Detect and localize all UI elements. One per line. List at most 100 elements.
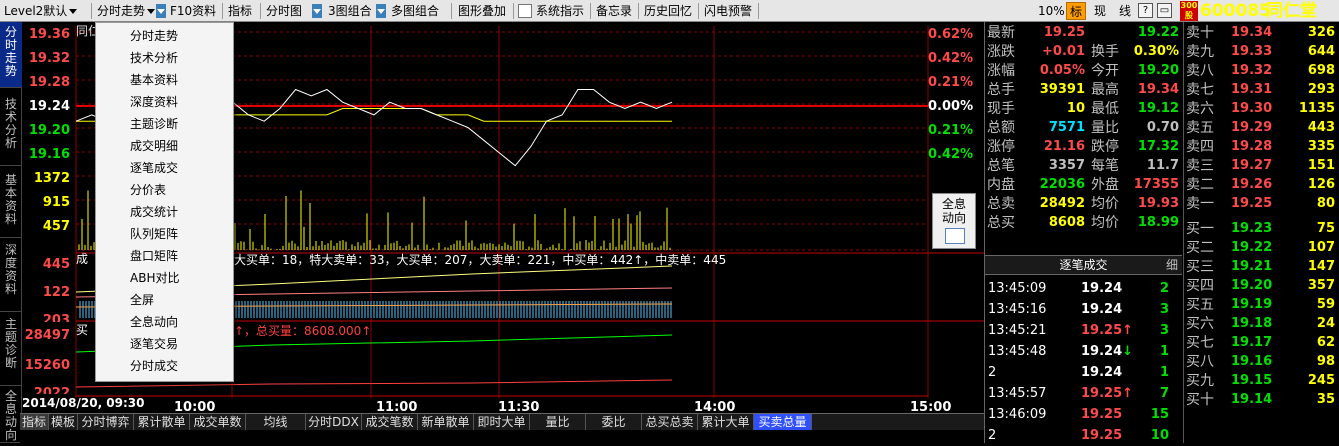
indicator-tab[interactable]: 分时博弈 xyxy=(78,414,134,430)
panel3-title: 买 xyxy=(76,323,89,337)
context-menu-item[interactable]: 深度资料 xyxy=(96,91,233,113)
indicator-tab[interactable]: 分时DDX xyxy=(306,414,362,430)
date-label: 2014/08/20, 09:30 xyxy=(22,396,145,410)
indicator-tab[interactable]: 委比 xyxy=(586,414,642,430)
context-menu-item[interactable]: 全息动向 xyxy=(96,311,233,333)
context-menu-item[interactable]: 成交统计 xyxy=(96,201,233,223)
quote-key: 总买 xyxy=(987,215,1015,231)
bid-row[interactable]: 买一 19.23 75 xyxy=(1185,219,1339,239)
pct-label: 0.42% xyxy=(928,51,974,66)
ask-row[interactable]: 卖一 19.25 80 xyxy=(1185,194,1339,214)
ask-row[interactable]: 卖九 19.33 644 xyxy=(1185,42,1339,62)
ask-row[interactable]: 卖七 19.31 293 xyxy=(1185,80,1339,100)
bid-row[interactable]: 买十 19.14 35 xyxy=(1185,390,1339,410)
ask-row[interactable]: 卖八 19.32 698 xyxy=(1185,61,1339,81)
indicator-tab[interactable]: 新单散单 xyxy=(418,414,474,430)
full-info-trend-button[interactable]: 全息动向 xyxy=(932,193,976,249)
context-menu-item[interactable]: 主题诊断 xyxy=(96,113,233,135)
f10-button[interactable]: F10资料 xyxy=(170,0,216,22)
context-menu-item[interactable]: 逐笔成交 xyxy=(96,157,233,179)
flash-alert-button[interactable]: 闪电预警 xyxy=(704,0,752,22)
dropdown-arrow-icon[interactable] xyxy=(156,4,166,18)
trades-detail-button[interactable]: 细 xyxy=(1166,256,1178,274)
side-tab-basic-info[interactable]: 基本资料 xyxy=(0,166,22,238)
ask-row[interactable]: 卖三 19.27 151 xyxy=(1185,156,1339,176)
bid-row[interactable]: 买八 19.16 98 xyxy=(1185,352,1339,372)
line-button[interactable]: 线 xyxy=(1114,2,1136,20)
context-menu-item[interactable]: 逐笔交易 xyxy=(96,333,233,355)
indicator-tab[interactable]: 均线 xyxy=(246,414,306,430)
bid-row[interactable]: 买五 19.19 59 xyxy=(1185,295,1339,315)
overlay-button[interactable]: 图形叠加 xyxy=(458,0,506,22)
ask-row[interactable]: 卖二 19.26 126 xyxy=(1185,175,1339,195)
context-menu-item[interactable]: 分时走势 xyxy=(96,25,233,47)
trade-row: 13:45:57 19.25↑ 7 xyxy=(985,383,1185,404)
history-button[interactable]: 历史回忆 xyxy=(644,0,692,22)
side-tab-depth-info[interactable]: 深度资料 xyxy=(0,238,22,312)
toolbar-divider xyxy=(513,3,514,19)
indicator-tab[interactable]: 即时大单 xyxy=(474,414,530,430)
ask-row[interactable]: 卖十 19.34 326 xyxy=(1185,23,1339,43)
indicator-tab[interactable]: 累计散单 xyxy=(134,414,190,430)
level2-default-dropdown[interactable]: Level2默认 xyxy=(4,0,78,22)
order-volume: 293 xyxy=(1307,82,1335,97)
ask-row[interactable]: 卖六 19.30 1135 xyxy=(1185,99,1339,119)
indicator-tab[interactable]: 模板 xyxy=(49,414,78,430)
side-tab-intraday[interactable]: 分时走势 xyxy=(0,22,22,88)
panel2-label: 122 xyxy=(42,285,70,300)
bid-row[interactable]: 买四 19.20 357 xyxy=(1185,276,1339,296)
indicator-tab[interactable]: 成交单数 xyxy=(190,414,246,430)
pct-label: 0.42% xyxy=(928,147,974,162)
ask-row[interactable]: 卖四 19.28 335 xyxy=(1185,137,1339,157)
bid-row[interactable]: 买三 19.21 147 xyxy=(1185,257,1339,277)
bid-row[interactable]: 买六 19.18 24 xyxy=(1185,314,1339,334)
side-tab-full-info[interactable]: 全息动向 xyxy=(0,386,22,443)
indicator-tab[interactable]: 量比 xyxy=(530,414,586,430)
indicator-tab[interactable]: 成交笔数 xyxy=(362,414,418,430)
side-tab-topic-diagnosis[interactable]: 主题诊断 xyxy=(0,312,22,386)
quote-value: 19.20 xyxy=(1137,63,1179,78)
bid-row[interactable]: 买七 19.17 62 xyxy=(1185,333,1339,353)
context-menu-item[interactable]: 技术分析 xyxy=(96,47,233,69)
quote-key: 总笔 xyxy=(987,158,1015,174)
order-level: 卖三 xyxy=(1186,158,1214,174)
indicator-tab[interactable]: 累计大单 xyxy=(698,414,754,430)
side-tab-technical[interactable]: 技术分析 xyxy=(0,88,22,166)
context-menu-item[interactable]: 成交明细 xyxy=(96,135,233,157)
indicator-button[interactable]: 指标 xyxy=(228,0,252,22)
indicator-tab[interactable]: 买卖总量 xyxy=(754,414,812,430)
pct-button[interactable]: 10% xyxy=(1038,2,1065,20)
context-menu-item[interactable]: 盘口矩阵 xyxy=(96,245,233,267)
three-chart-button[interactable]: 3图组合 xyxy=(328,0,372,22)
window-mode-icon[interactable]: ▭ xyxy=(1157,3,1172,18)
context-menu-item[interactable]: ABH对比 xyxy=(96,267,233,289)
indicator-tab[interactable]: 总买总卖 xyxy=(642,414,698,430)
order-price: 19.27 xyxy=(1231,158,1273,173)
mark-button[interactable]: 标 xyxy=(1066,2,1086,20)
context-menu-item[interactable]: 基本资料 xyxy=(96,69,233,91)
context-menu-item[interactable]: 分时成交 xyxy=(96,355,233,377)
ask-row[interactable]: 卖五 19.29 443 xyxy=(1185,118,1339,138)
context-menu-item[interactable]: 全屏 xyxy=(96,289,233,311)
help-button[interactable]: ? xyxy=(1138,3,1153,18)
quote-value: 19.34 xyxy=(1137,82,1179,97)
dropdown-arrow-icon[interactable] xyxy=(312,4,322,18)
quote-value: +0.01 xyxy=(1042,44,1085,59)
trend-icon xyxy=(945,228,965,244)
current-button[interactable]: 现 xyxy=(1090,2,1110,20)
quote-key: 总手 xyxy=(987,82,1015,98)
system-indicator-button[interactable]: 系统指示 xyxy=(536,0,584,22)
context-menu: 分时走势 技术分析 基本资料 深度资料 主题诊断 成交明细 逐笔成交 分价表 成交统计 队列矩阵盘… xyxy=(95,22,234,382)
bid-row[interactable]: 买九 19.15 245 xyxy=(1185,371,1339,391)
trade-time: 13:45:57 xyxy=(988,386,1047,401)
intraday-chart-button[interactable]: 分时图 xyxy=(266,0,302,22)
memo-button[interactable]: 备忘录 xyxy=(596,0,632,22)
indicator-tab[interactable]: 指标 xyxy=(20,414,49,430)
intraday-trend-dropdown[interactable]: 分时走势 xyxy=(97,0,156,22)
context-menu-item[interactable]: 队列矩阵 xyxy=(96,223,233,245)
system-indicator-icon[interactable] xyxy=(518,4,532,18)
dropdown-arrow-icon[interactable] xyxy=(376,4,386,18)
context-menu-item[interactable]: 分价表 xyxy=(96,179,233,201)
multi-chart-button[interactable]: 多图组合 xyxy=(391,0,439,22)
bid-row[interactable]: 买二 19.22 107 xyxy=(1185,238,1339,258)
